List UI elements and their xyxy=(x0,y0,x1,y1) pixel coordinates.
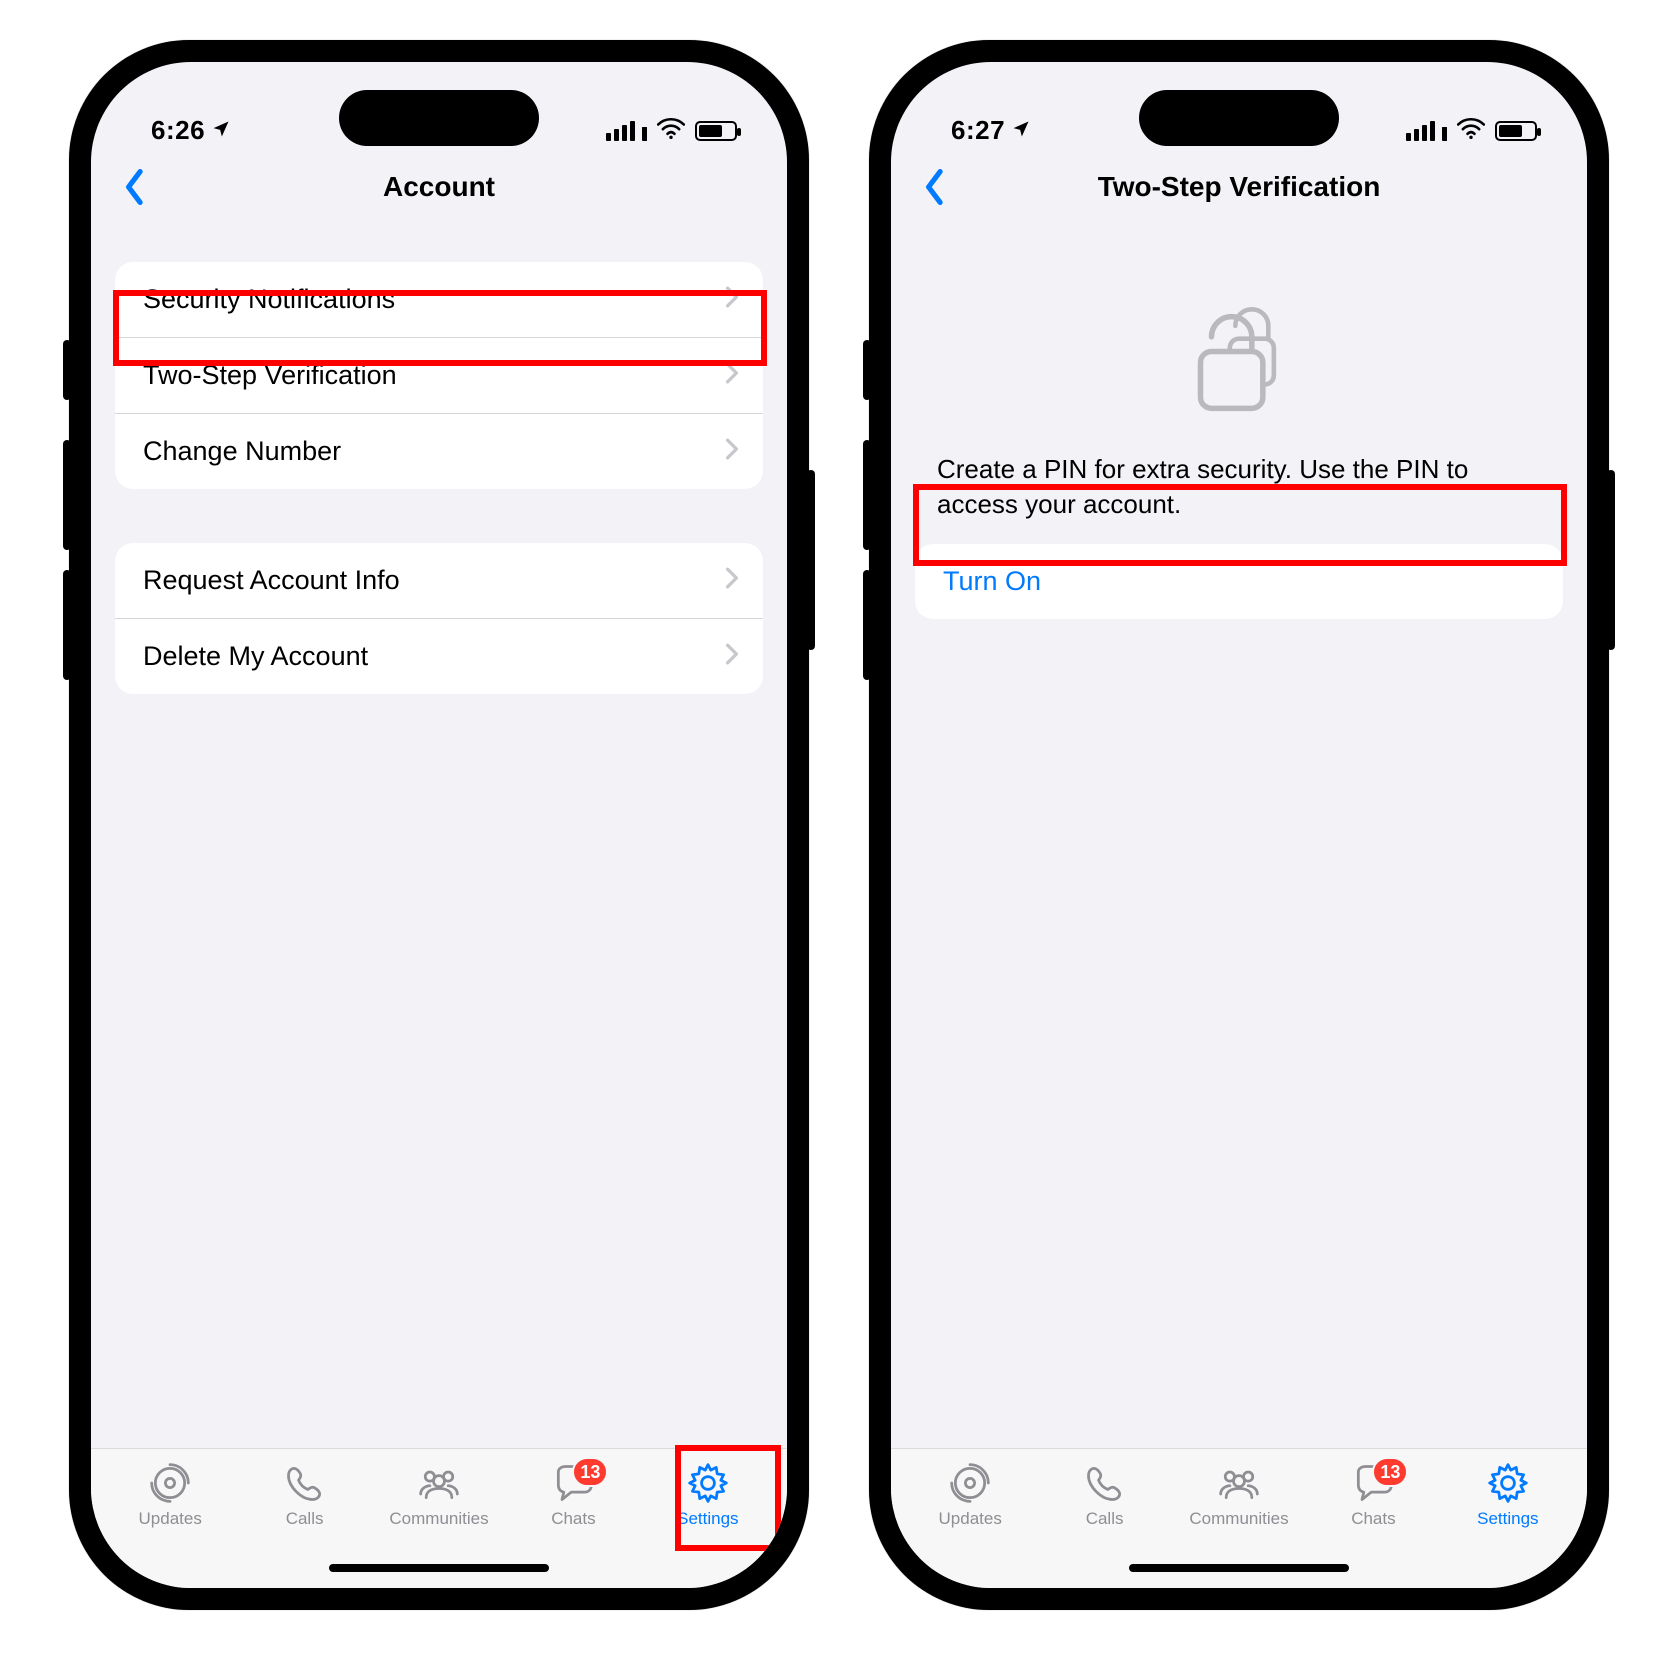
calls-icon xyxy=(1082,1461,1128,1505)
row-label: Request Account Info xyxy=(143,565,400,596)
tab-updates[interactable]: Updates xyxy=(903,1457,1037,1558)
chats-badge: 13 xyxy=(1372,1457,1408,1487)
updates-icon xyxy=(147,1461,193,1505)
turn-on-label: Turn On xyxy=(943,566,1041,596)
tab-calls[interactable]: Calls xyxy=(1037,1457,1171,1558)
wifi-icon xyxy=(1457,115,1485,146)
row-security-notifications[interactable]: Security Notifications xyxy=(115,262,763,337)
settings-icon xyxy=(685,1461,731,1505)
row-delete-my-account[interactable]: Delete My Account xyxy=(115,618,763,694)
content-left: Security Notifications Two-Step Verifica… xyxy=(91,222,787,1448)
tab-calls[interactable]: Calls xyxy=(237,1457,371,1558)
chevron-right-icon xyxy=(725,284,739,315)
tab-label: Calls xyxy=(1086,1509,1124,1529)
back-button[interactable] xyxy=(915,167,955,207)
chevron-right-icon xyxy=(725,360,739,391)
row-label: Two-Step Verification xyxy=(143,360,397,391)
row-label: Security Notifications xyxy=(143,284,395,315)
content-right: Create a PIN for extra security. Use the… xyxy=(891,222,1587,1448)
tab-label: Updates xyxy=(139,1509,202,1529)
home-indicator[interactable] xyxy=(329,1564,549,1572)
lock-icon xyxy=(931,292,1547,422)
screen-left: 6:26 xyxy=(91,62,787,1588)
nav-bar: Account xyxy=(91,152,787,222)
description-text: Create a PIN for extra security. Use the… xyxy=(927,452,1551,536)
screen-right: 6:27 xyxy=(891,62,1587,1588)
chevron-right-icon xyxy=(725,436,739,467)
row-request-account-info[interactable]: Request Account Info xyxy=(115,543,763,618)
wifi-icon xyxy=(657,115,685,146)
turn-on-button[interactable]: Turn On xyxy=(915,544,1563,619)
row-label: Delete My Account xyxy=(143,641,368,672)
turn-on-group: Turn On xyxy=(915,544,1563,619)
tab-label: Communities xyxy=(389,1509,488,1529)
tab-chats[interactable]: 13 Chats xyxy=(1306,1457,1440,1558)
battery-icon xyxy=(1495,121,1537,141)
location-icon xyxy=(1011,115,1031,146)
location-icon xyxy=(211,115,231,146)
tab-chats[interactable]: 13 Chats xyxy=(506,1457,640,1558)
settings-icon xyxy=(1485,1461,1531,1505)
tab-label: Calls xyxy=(286,1509,324,1529)
tab-communities[interactable]: Communities xyxy=(372,1457,506,1558)
back-button[interactable] xyxy=(115,167,155,207)
page-title: Account xyxy=(383,171,495,203)
tab-label: Settings xyxy=(1477,1509,1538,1529)
home-indicator[interactable] xyxy=(1129,1564,1349,1572)
tab-label: Updates xyxy=(939,1509,1002,1529)
tab-communities[interactable]: Communities xyxy=(1172,1457,1306,1558)
updates-icon xyxy=(947,1461,993,1505)
page-title: Two-Step Verification xyxy=(1098,171,1381,203)
dynamic-island xyxy=(339,90,539,146)
stage: 6:26 xyxy=(0,0,1678,1665)
account-group-2: Request Account Info Delete My Account xyxy=(115,543,763,694)
status-time: 6:26 xyxy=(151,115,205,146)
chats-icon: 13 xyxy=(550,1461,596,1505)
chats-badge: 13 xyxy=(572,1457,608,1487)
nav-bar: Two-Step Verification xyxy=(891,152,1587,222)
signal-icon xyxy=(606,121,647,141)
chevron-right-icon xyxy=(725,565,739,596)
tab-settings[interactable]: Settings xyxy=(1441,1457,1575,1558)
communities-icon xyxy=(416,1461,462,1505)
dynamic-island xyxy=(1139,90,1339,146)
tab-label: Chats xyxy=(551,1509,595,1529)
tab-settings[interactable]: Settings xyxy=(641,1457,775,1558)
calls-icon xyxy=(282,1461,328,1505)
battery-icon xyxy=(695,121,737,141)
tab-label: Chats xyxy=(1351,1509,1395,1529)
phone-left: 6:26 xyxy=(69,40,809,1610)
signal-icon xyxy=(1406,121,1447,141)
communities-icon xyxy=(1216,1461,1262,1505)
chats-icon: 13 xyxy=(1350,1461,1396,1505)
row-two-step-verification[interactable]: Two-Step Verification xyxy=(115,337,763,413)
row-label: Change Number xyxy=(143,436,341,467)
status-time: 6:27 xyxy=(951,115,1005,146)
tab-label: Settings xyxy=(677,1509,738,1529)
phone-right: 6:27 xyxy=(869,40,1609,1610)
chevron-right-icon xyxy=(725,641,739,672)
account-group-1: Security Notifications Two-Step Verifica… xyxy=(115,262,763,489)
hero xyxy=(891,252,1587,422)
tab-updates[interactable]: Updates xyxy=(103,1457,237,1558)
row-change-number[interactable]: Change Number xyxy=(115,413,763,489)
tab-label: Communities xyxy=(1189,1509,1288,1529)
